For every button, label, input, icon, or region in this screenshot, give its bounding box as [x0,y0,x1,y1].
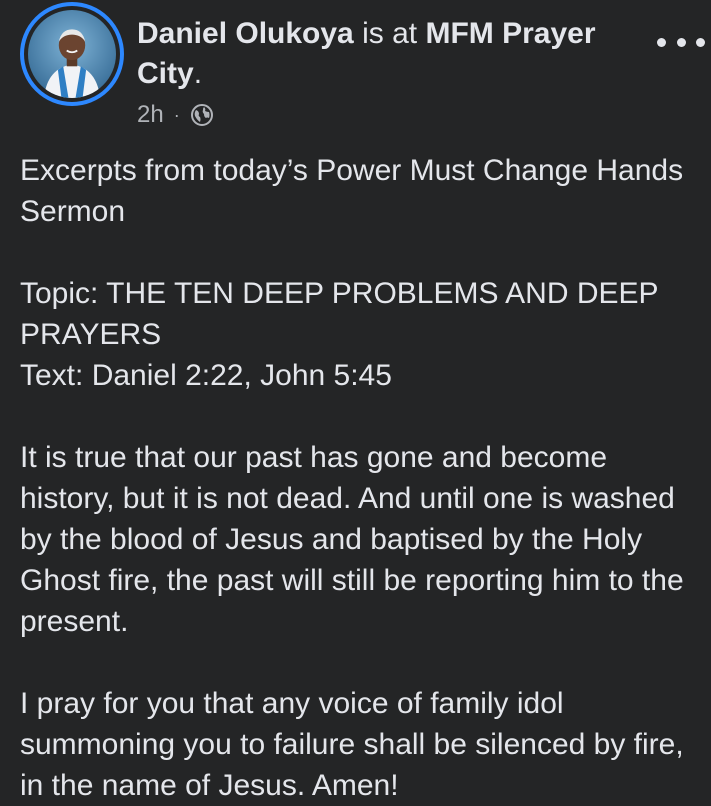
post-paragraph-prayer: I pray for you that any voice of family … [20,687,684,802]
post-paragraph-topic: Topic: THE TEN DEEP PROBLEMS AND DEEP PR… [20,273,700,396]
avatar[interactable] [20,2,124,106]
post-card: Daniel Olukoya is at MFM Prayer City. 2h… [0,0,711,803]
post-timestamp[interactable]: 2h [137,101,164,129]
post-paragraph-message: It is true that our past has gone and be… [20,441,684,638]
post-body: Excerpts from today’s Power Must Change … [20,150,700,806]
profile-photo [28,10,116,98]
author-name[interactable]: Daniel Olukoya [137,17,354,50]
checkin-suffix: . [193,57,203,90]
post-paragraph-intro: Excerpts from today’s Power Must Change … [20,154,684,228]
meta-separator: · [173,104,180,125]
more-options-icon [657,37,666,47]
sermon-topic: Topic: THE TEN DEEP PROBLEMS AND DEEP PR… [20,277,658,351]
globe-icon[interactable] [190,103,214,127]
sermon-text-reference: Text: Daniel 2:22, John 5:45 [20,359,392,392]
post-header: Daniel Olukoya is at MFM Prayer City. [137,14,647,94]
post-meta: 2h · [137,100,214,130]
checkin-action: is at [353,17,426,50]
more-options-icon-dot [696,37,705,47]
more-options-button[interactable] [657,30,705,54]
more-options-icon-dot [676,37,686,47]
